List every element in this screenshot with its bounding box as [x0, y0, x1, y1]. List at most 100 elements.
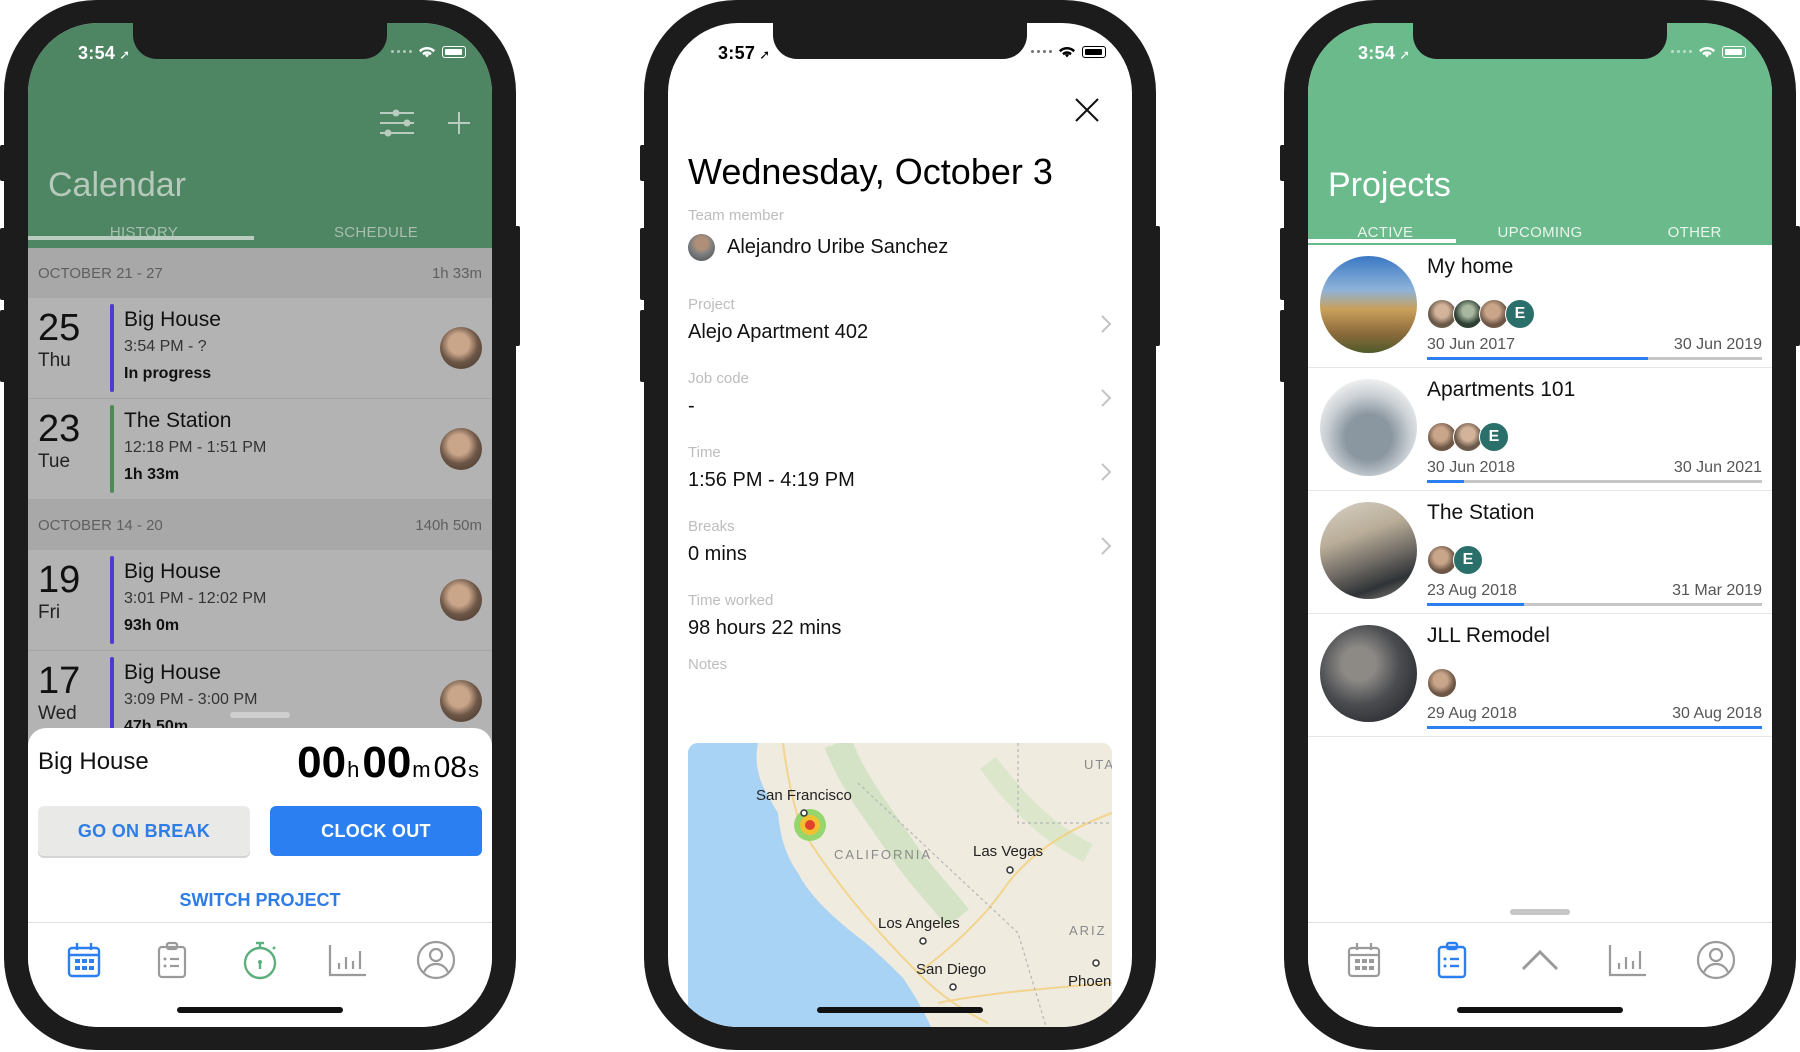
drag-handle[interactable]	[1510, 909, 1570, 915]
map-label-ca: CALIFORNIA	[834, 847, 932, 862]
close-icon[interactable]	[1070, 93, 1104, 127]
field-label: Notes	[688, 656, 728, 673]
active-timer-panel: Big House 00 h 00 m 08 s GO ON BREAK CLOCK …	[28, 712, 492, 946]
stopwatch-icon	[243, 941, 277, 980]
location-map[interactable]: San Francisco Las Vegas Los Angeles San …	[688, 743, 1112, 1027]
switch-project-button[interactable]: SWITCH PROJECT	[28, 890, 492, 911]
project-field[interactable]: Project Alejo Apartment 402	[688, 296, 1112, 344]
timer-hours: 00	[297, 738, 347, 787]
week-range: OCTOBER 21 - 27	[38, 264, 163, 282]
time-worked-field: Time worked 98 hours 22 mins	[688, 592, 1112, 640]
location-arrow-icon: ➚	[1399, 47, 1411, 62]
timer-project: Big House	[38, 748, 149, 775]
field-label: Project	[688, 296, 735, 313]
chart-icon	[328, 945, 366, 977]
location-arrow-icon: ➚	[759, 47, 771, 62]
map-label-la: Los Angeles	[878, 915, 960, 932]
timer-seconds: 08	[433, 751, 467, 784]
city-marker-lv	[1006, 866, 1014, 874]
projects-screen: 3:54 ➚ Projects ACTIVE UPCOMING OTHER My …	[1308, 23, 1772, 1027]
map-label-az: ARIZ	[1069, 923, 1107, 938]
project-thumbnail	[1320, 625, 1417, 722]
project-members: E	[1427, 299, 1535, 329]
project-progress-fill	[1427, 480, 1464, 483]
power-button	[514, 226, 520, 346]
volume-down-button	[0, 310, 6, 382]
notes-field[interactable]: Notes	[688, 656, 1112, 673]
field-value: Alejandro Uribe Sanchez	[727, 236, 949, 258]
project-name: Apartments 101	[1427, 378, 1576, 401]
project-row[interactable]: The Station E 23 Aug 2018 31 Mar 2019	[1308, 491, 1772, 614]
tabbar-projects[interactable]	[147, 935, 197, 985]
history-list[interactable]: OCTOBER 21 - 27 1h 33m 25 Thu Big House 3…	[28, 248, 492, 758]
field-value: Alejo Apartment 402	[688, 321, 869, 343]
tabbar-reports[interactable]	[323, 935, 373, 985]
entry-project: The Station	[124, 409, 232, 432]
project-members	[1427, 668, 1457, 698]
home-indicator	[177, 1007, 343, 1013]
entry-weekday: Wed	[38, 703, 77, 724]
plus-icon[interactable]	[446, 110, 472, 136]
tabbar-profile[interactable]	[1691, 935, 1741, 985]
tabbar-calendar[interactable]	[59, 935, 109, 985]
notch	[1413, 23, 1667, 59]
mute-switch	[0, 145, 6, 181]
go-on-break-button[interactable]: GO ON BREAK	[38, 806, 250, 856]
map-canvas: San Francisco Las Vegas Los Angeles San …	[688, 743, 1112, 1027]
map-label-sd: San Diego	[916, 961, 986, 978]
signal-icon	[391, 50, 412, 53]
tabbar-expand[interactable]	[1515, 935, 1565, 985]
project-name: JLL Remodel	[1427, 624, 1550, 647]
status-indicators	[1671, 45, 1746, 58]
home-indicator	[817, 1007, 983, 1013]
tabbar-calendar[interactable]	[1339, 935, 1389, 985]
job-code-field[interactable]: Job code -	[688, 370, 1112, 418]
breaks-field[interactable]: Breaks 0 mins	[688, 518, 1112, 566]
tab-upcoming[interactable]: UPCOMING	[1463, 224, 1618, 241]
tabbar-reports[interactable]	[1603, 935, 1653, 985]
time-field[interactable]: Time 1:56 PM - 4:19 PM	[688, 444, 1112, 492]
field-label: Time worked	[688, 592, 774, 609]
elapsed-timer: 00 h 00 m 08 s	[297, 738, 482, 788]
tabbar-timer[interactable]	[235, 935, 285, 985]
clock-out-button[interactable]: CLOCK OUT	[270, 806, 482, 856]
mute-switch	[1280, 145, 1286, 181]
entry-weekday: Fri	[38, 602, 61, 623]
time-entry[interactable]: 25 Thu Big House 3:54 PM - ? In progress	[28, 298, 492, 399]
map-label-phx: Phoen	[1068, 973, 1111, 990]
entry-day: 23	[38, 408, 81, 450]
entry-time: 3:09 PM - 3:00 PM	[124, 691, 258, 708]
sliders-icon[interactable]	[378, 108, 416, 138]
status-time: 3:54 ➚	[1358, 43, 1411, 63]
battery-icon	[442, 45, 466, 58]
page-title: Projects	[1328, 166, 1451, 204]
city-marker-sd	[949, 983, 957, 991]
tabbar-profile[interactable]	[411, 935, 461, 985]
phone-entry-detail: 3:57 ➚ Wednesday, October 3 Team member A…	[640, 0, 1160, 1050]
entry-duration: 93h 0m	[124, 617, 180, 634]
mute-switch	[640, 145, 646, 181]
wifi-icon	[1059, 46, 1075, 58]
tab-schedule[interactable]: SCHEDULE	[260, 224, 492, 241]
project-row[interactable]: My home E 30 Jun 2017 30 Jun 2019	[1308, 245, 1772, 368]
time-entry[interactable]: 19 Fri Big House 3:01 PM - 12:02 PM 93h 0…	[28, 550, 492, 651]
entry-time: 12:18 PM - 1:51 PM	[124, 439, 267, 456]
project-row[interactable]: JLL Remodel 29 Aug 2018 30 Aug 2018	[1308, 614, 1772, 737]
field-label: Breaks	[688, 518, 735, 535]
wifi-icon	[419, 46, 435, 58]
team-member-field: Team member Alejandro Uribe Sanchez	[688, 207, 1112, 261]
profile-icon	[416, 940, 456, 980]
chevron-right-icon	[1101, 389, 1112, 407]
tab-other[interactable]: OTHER	[1617, 224, 1772, 241]
project-start-date: 29 Aug 2018	[1427, 705, 1517, 722]
tabbar-projects[interactable]	[1427, 935, 1477, 985]
drag-handle[interactable]	[230, 712, 290, 718]
city-marker-sf	[800, 809, 808, 817]
project-thumbnail	[1320, 256, 1417, 353]
volume-down-button	[1280, 310, 1286, 382]
power-button	[1154, 226, 1160, 346]
field-value: 0 mins	[688, 543, 747, 565]
time-entry[interactable]: 23 Tue The Station 12:18 PM - 1:51 PM 1h …	[28, 399, 492, 500]
project-row[interactable]: Apartments 101 E 30 Jun 2018 30 Jun 2021	[1308, 368, 1772, 491]
timer-minutes: 00	[362, 738, 412, 787]
